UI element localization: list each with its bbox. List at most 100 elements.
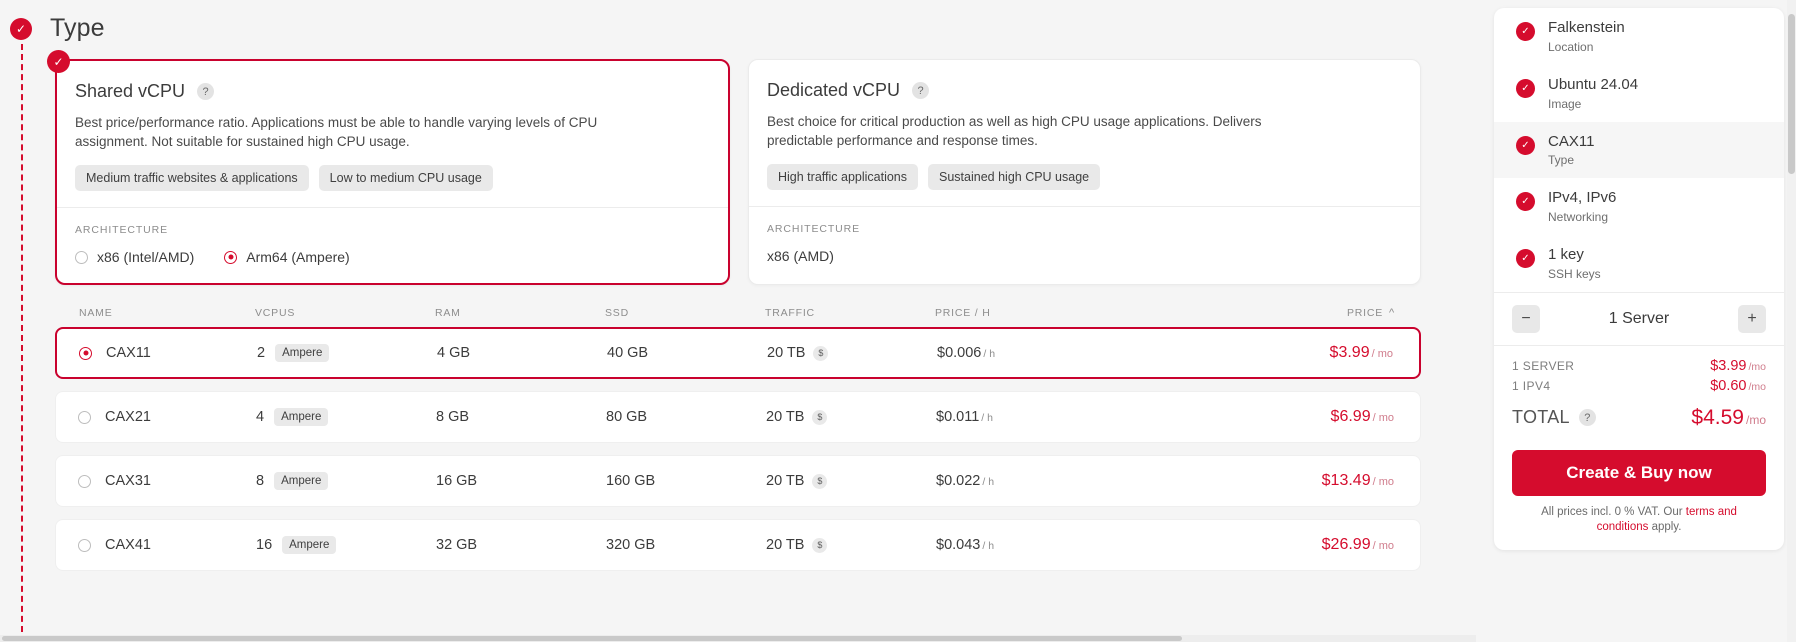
price-line-unit: /mo [1748,360,1766,373]
arch-option-x86[interactable]: x86 (Intel/AMD) [75,249,194,265]
radio-icon[interactable] [75,250,88,264]
card-shared-vcpu[interactable]: ✓ Shared vCPU ? Best price/performance r… [47,50,730,286]
summary-item-ssh-keys[interactable]: ✓ 1 key SSH keys [1494,235,1784,292]
row-price-hour: $0.011 [936,409,980,426]
total-value-wrap: $4.59/mo [1691,406,1766,430]
row-ram: 8 GB [436,409,470,426]
price-line-value-wrap: $3.99/mo [1710,358,1766,374]
row-name-cell: CAX21 [56,409,256,425]
radio-icon[interactable] [78,538,91,552]
column-header-vcpus[interactable]: VCPUS [255,307,435,319]
row-traffic-cell: 20 TB $ [767,345,937,361]
summary-item-text: 1 key SSH keys [1548,246,1601,281]
dollar-icon[interactable]: $ [813,345,829,361]
radio-icon-selected[interactable] [224,250,238,264]
row-ssd: 320 GB [606,537,656,554]
column-header-price-hour[interactable]: PRICE / H [935,307,1115,319]
page-title: Type [50,14,105,42]
dollar-icon[interactable]: $ [812,473,828,489]
summary-item-location[interactable]: ✓ Falkenstein Location [1494,8,1784,65]
server-quantity-value: 1 Server [1608,309,1670,327]
row-price-unit: / mo [1372,412,1394,425]
decrement-server-button[interactable]: − [1512,304,1540,333]
summary-item-networking[interactable]: ✓ IPv4, IPv6 Networking [1494,178,1784,235]
summary-item-image[interactable]: ✓ Ubuntu 24.04 Image [1494,65,1784,122]
row-price-hour: $0.006 [937,345,982,362]
price-line-label: 1 IPV4 [1512,378,1551,393]
row-vendor-badge: Ampere [275,344,330,363]
row-name: CAX31 [105,473,151,490]
main-column: ✓ Type ✓ Shared vCPU ? Best price/perfor… [0,0,1476,642]
help-icon[interactable]: ? [912,82,930,99]
row-price-unit: / mo [1372,476,1394,489]
total-value: $4.59 [1691,405,1744,429]
row-price-cell: $26.99/ mo [1116,536,1420,554]
help-icon[interactable]: ? [197,83,215,100]
summary-item-text: CAX11 Type [1548,133,1594,168]
price-line-server: 1 SERVER $3.99/mo [1512,358,1766,374]
arch-option-arm64-label: Arm64 (Ampere) [246,249,350,266]
check-icon: ✓ [1516,192,1535,212]
radio-icon[interactable] [78,410,91,424]
table-row[interactable]: CAX11 2 Ampere 4 GB 40 GB 20 TB $ $0.006… [55,327,1421,380]
column-header-name[interactable]: NAME [55,307,255,319]
column-header-price-label: PRICE [1346,307,1384,320]
row-traffic: 20 TB [766,409,805,426]
server-quantity-stepper: − 1 Server + [1494,293,1784,345]
row-vendor-badge: Ampere [282,536,337,555]
column-header-ssd[interactable]: SSD [605,307,765,319]
card-dedicated-architecture: ARCHITECTURE x86 (AMD) [749,207,1420,282]
row-traffic-cell: 20 TB $ [766,409,936,425]
create-and-buy-button[interactable]: Create & Buy now [1512,449,1766,496]
arch-option-arm64[interactable]: Arm64 (Ampere) [224,249,350,266]
horizontal-scrollbar-thumb[interactable] [2,636,1182,641]
dollar-icon[interactable]: $ [812,537,828,553]
column-header-ram[interactable]: RAM [435,307,605,319]
horizontal-scrollbar[interactable] [0,635,1476,642]
column-header-price[interactable]: PRICE ^ [1115,307,1421,319]
card-shared-title-row: Shared vCPU ? [75,81,710,102]
summary-item-key: SSH keys [1548,266,1601,281]
row-ram: 4 GB [437,345,471,362]
row-vcpus: 4 [256,409,265,426]
card-shared-title: Shared vCPU [75,81,186,101]
row-vcpus-cell: 2 Ampere [257,344,437,363]
card-selected-check-icon: ✓ [47,50,70,73]
total-unit: /mo [1745,412,1766,427]
row-price-hour: $0.022 [936,473,981,490]
vertical-scrollbar-thumb[interactable] [1788,14,1795,174]
section-header: ✓ Type [0,0,1476,53]
row-price: $13.49 [1321,472,1371,490]
check-icon: ✓ [10,17,32,40]
row-price-hour-unit: / h [981,412,993,425]
row-name: CAX21 [105,409,151,426]
card-dedicated-title: Dedicated vCPU [767,80,901,100]
summary-item-type[interactable]: ✓ CAX11 Type [1494,121,1784,179]
row-traffic: 20 TB [766,537,805,554]
row-name: CAX11 [106,345,151,362]
architecture-label: ARCHITECTURE [767,223,861,236]
table-row[interactable]: CAX21 4 Ampere 8 GB 80 GB 20 TB $ $0.011… [55,391,1421,444]
row-price-hour-unit: / h [983,348,996,361]
table-row[interactable]: CAX41 16 Ampere 32 GB 320 GB 20 TB $ $0.… [55,519,1421,572]
card-dedicated-vcpu[interactable]: Dedicated vCPU ? Best choice for critica… [748,59,1421,286]
radio-icon-selected[interactable] [79,346,92,360]
vertical-scrollbar[interactable] [1787,0,1796,642]
fineprint-after: apply. [1648,521,1682,534]
price-breakdown: 1 SERVER $3.99/mo 1 IPV4 $0.60/mo TOTAL … [1494,346,1784,434]
row-vcpus: 8 [256,473,265,490]
radio-icon[interactable] [78,474,91,488]
help-icon[interactable]: ? [1578,409,1596,427]
row-price-hour-cell: $0.006/ h [937,345,1117,361]
row-ssd: 160 GB [606,473,656,490]
dollar-icon[interactable]: $ [812,409,828,425]
table-row[interactable]: CAX31 8 Ampere 16 GB 160 GB 20 TB $ $0.0… [55,455,1421,508]
price-line-ipv4: 1 IPV4 $0.60/mo [1512,378,1766,394]
row-name: CAX41 [105,537,151,554]
row-ssd: 40 GB [607,345,649,362]
increment-server-button[interactable]: + [1738,304,1766,333]
price-line-label: 1 SERVER [1512,358,1575,373]
summary-item-value: IPv4, IPv6 [1548,189,1617,207]
row-name-cell: CAX11 [57,345,257,361]
column-header-traffic[interactable]: TRAFFIC [765,307,935,319]
